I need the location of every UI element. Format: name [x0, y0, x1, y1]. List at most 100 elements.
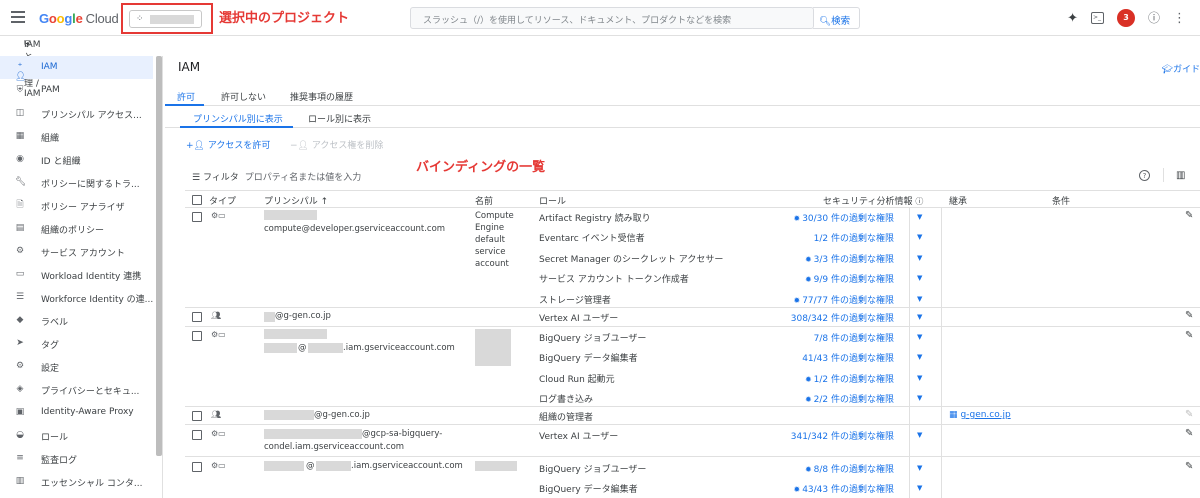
col-type[interactable]: タイプ: [209, 194, 236, 207]
name-line: Engine: [475, 223, 505, 233]
sidebar-item-tags[interactable]: ➤ タグ: [0, 332, 153, 355]
name-line: Compute: [475, 211, 514, 221]
grant-access-button[interactable]: +👤︎ アクセスを許可: [186, 138, 270, 151]
row-checkbox[interactable]: [192, 331, 202, 341]
sidebar-item-iap[interactable]: ▣ Identity-Aware Proxy: [0, 401, 153, 424]
row-checkbox[interactable]: [192, 430, 202, 440]
insight-link[interactable]: ✹ 2/2 件の過剰な権限: [805, 392, 894, 405]
notification-badge[interactable]: 3: [1116, 9, 1135, 27]
sidebar-item-org-policies[interactable]: ▤ 組織のポリシー: [0, 217, 153, 240]
col-name[interactable]: 名前: [475, 194, 493, 207]
insight-link[interactable]: 7/8 件の過剰な権限: [814, 331, 894, 344]
tab-view-by-role[interactable]: ロール別に表示: [308, 112, 371, 125]
sidebar-item-privacy-security[interactable]: ◈ プライバシーとセキュ...: [0, 378, 153, 401]
tab-view-by-principal[interactable]: プリンシパル別に表示: [193, 112, 283, 125]
principal-name-redacted: [264, 410, 314, 420]
gemini-sparkle-icon[interactable]: ✦: [1067, 12, 1078, 25]
row-checkbox[interactable]: [192, 462, 202, 472]
col-principal[interactable]: プリンシパル ↑: [264, 194, 328, 207]
help-icon[interactable]: ⓘ: [1148, 12, 1160, 24]
expand-dropdown-icon[interactable]: ▼: [917, 353, 922, 361]
insight-link[interactable]: 308/342 件の過剰な権限: [791, 311, 894, 324]
sidebar-item-settings[interactable]: ⚙ 設定: [0, 355, 153, 378]
tab-allow[interactable]: 許可: [177, 90, 195, 103]
filter-bar[interactable]: ☰ フィルタ プロパティ名または値を入力: [192, 170, 361, 183]
sidebar-item-policy-troubleshooter[interactable]: 🔧︎ ポリシーに関するトラ...: [0, 171, 153, 194]
expand-dropdown-icon[interactable]: ▼: [917, 464, 922, 472]
insight-link[interactable]: ✹ 8/8 件の過剰な権限: [805, 462, 894, 475]
insight-link[interactable]: ✹ 77/77 件の過剰な権限: [793, 293, 894, 306]
insight-link[interactable]: ✹ 3/3 件の過剰な権限: [805, 252, 894, 265]
sidebar-item-identity-org[interactable]: ◉ ID と組織: [0, 148, 153, 171]
tab-recommendation-history[interactable]: 推奨事項の履歴: [290, 90, 353, 103]
sidebar-item-labels[interactable]: ◆ ラベル: [0, 309, 153, 332]
row-checkbox[interactable]: [192, 212, 202, 222]
sidebar-item-roles[interactable]: ◒ ロール: [0, 424, 153, 447]
expand-dropdown-icon[interactable]: ▼: [917, 431, 922, 439]
insight-link[interactable]: ✹ 9/9 件の過剰な権限: [805, 272, 894, 285]
sidebar-scrollbar[interactable]: [156, 56, 162, 456]
help-icon[interactable]: ?: [1139, 170, 1150, 181]
edit-icon[interactable]: ✎: [1185, 428, 1193, 439]
sidebar-item-workforce-identity[interactable]: ☰ Workforce Identity の連...: [0, 286, 153, 309]
expand-dropdown-icon[interactable]: ▼: [917, 313, 922, 321]
tab-allow-underline: [165, 104, 204, 106]
google-cloud-logo[interactable]: Google Cloud: [39, 11, 119, 26]
expand-dropdown-icon[interactable]: ▼: [917, 394, 922, 402]
more-vert-icon[interactable]: ⋮: [1173, 12, 1186, 25]
sidebar-item-iam[interactable]: ⁺👤︎ IAM: [0, 56, 153, 82]
edit-icon[interactable]: ✎: [1185, 210, 1193, 221]
column-display-icon[interactable]: ▥: [1176, 170, 1185, 181]
expand-dropdown-icon[interactable]: ▼: [917, 374, 922, 382]
edit-icon[interactable]: ✎: [1185, 330, 1193, 341]
insight-link[interactable]: 41/43 件の過剰な権限: [802, 351, 894, 364]
col-condition[interactable]: 条件: [1052, 194, 1070, 207]
sidebar-item-audit-logs[interactable]: ≡ 監査ログ: [0, 447, 153, 470]
sidebar-item-organization[interactable]: ▦ 組織: [0, 125, 153, 148]
edit-icon[interactable]: ✎: [1185, 310, 1193, 321]
menu-icon[interactable]: [11, 11, 25, 23]
cloud-shell-icon[interactable]: >_: [1090, 12, 1104, 24]
sidebar-item-principal-access[interactable]: ◫ プリンシパル アクセス...: [0, 102, 153, 125]
search-input[interactable]: スラッシュ（/）を使用してリソース、ドキュメント、プロダクトなどを検索: [410, 7, 814, 29]
filter-placeholder: プロパティ名または値を入力: [244, 173, 362, 183]
principal-email-at: @: [298, 343, 307, 353]
guide-link[interactable]: 🎓︎ガイド: [1162, 62, 1200, 75]
expand-dropdown-icon[interactable]: ▼: [917, 484, 922, 492]
col-insights[interactable]: セキュリティ分析情報 ⓘ: [823, 194, 923, 207]
edit-icon[interactable]: ✎: [1185, 461, 1193, 472]
row-checkbox[interactable]: [192, 312, 202, 322]
expand-dropdown-icon[interactable]: ▼: [917, 233, 922, 241]
group-icon: 👥︎: [211, 311, 222, 320]
expand-dropdown-icon[interactable]: ▼: [917, 213, 922, 221]
insight-link[interactable]: ✹ 30/30 件の過剰な権限: [793, 211, 894, 224]
expand-dropdown-icon[interactable]: ▼: [917, 333, 922, 341]
sidebar-item-essential-contacts[interactable]: ▥ エッセンシャル コンタ...: [0, 470, 153, 493]
insight-link[interactable]: ✹ 1/2 件の過剰な権限: [805, 372, 894, 385]
col-role[interactable]: ロール: [539, 194, 566, 207]
project-selector[interactable]: ⁘: [129, 10, 202, 28]
policy-tabs: 許可 許可しない 推奨事項の履歴: [165, 86, 1200, 106]
expand-dropdown-icon[interactable]: ▼: [917, 295, 922, 303]
expand-dropdown-icon[interactable]: ▼: [917, 274, 922, 282]
row-divider: [185, 424, 1200, 425]
sidebar-item-policy-analyzer[interactable]: 🗎 ポリシー アナライザ: [0, 194, 153, 217]
row-divider: [185, 456, 1200, 457]
remove-access-button[interactable]: −👤︎ アクセス権を削除: [290, 138, 383, 151]
expand-dropdown-icon[interactable]: ▼: [917, 254, 922, 262]
insight-link[interactable]: 1/2 件の過剰な権限: [814, 231, 894, 244]
breadcrumb: ⛨IAM と管理 / IAM: [24, 40, 41, 99]
search-button[interactable]: 🔍︎検索: [813, 7, 860, 29]
sidebar-item-workload-identity[interactable]: ▭ Workload Identity 連携: [0, 263, 153, 286]
select-all-checkbox[interactable]: [192, 195, 202, 205]
insight-link[interactable]: ✹ 43/43 件の過剰な権限: [793, 482, 894, 495]
inherited-link[interactable]: ▦ g-gen.co.jp: [949, 410, 1011, 420]
name-redacted: [475, 461, 517, 471]
insight-link[interactable]: 341/342 件の過剰な権限: [791, 429, 894, 442]
tab-deny[interactable]: 許可しない: [221, 90, 266, 103]
row-checkbox[interactable]: [192, 411, 202, 421]
sidebar-item-service-accounts[interactable]: ⚙ サービス アカウント: [0, 240, 153, 263]
sidebar-item-pam[interactable]: ⛨ PAM: [0, 79, 153, 102]
col-inherited[interactable]: 継承: [949, 194, 967, 207]
school-icon: 🎓︎: [1161, 65, 1173, 75]
